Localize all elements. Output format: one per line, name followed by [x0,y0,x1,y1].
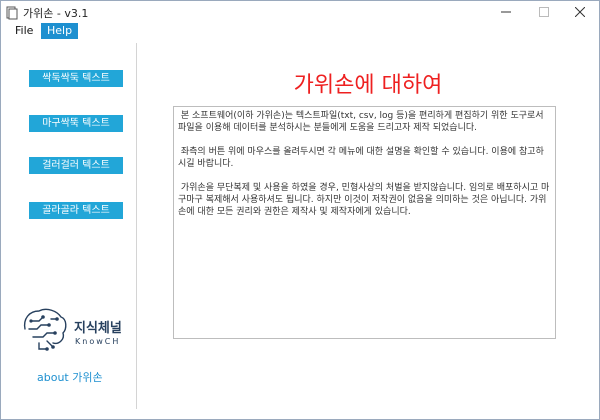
window-title: 가위손 - v3.1 [23,7,89,20]
logo-subtitle: KnowCH [75,337,121,346]
nav-button-random-cut-text[interactable]: 마구싹뚝 텍스트 [29,115,123,132]
logo-name: 지식체널 [74,321,122,336]
description-textbox[interactable]: 본 소프트웨어(이하 가위손)는 텍스트파일(txt, csv, log 등)을… [173,106,556,339]
close-button[interactable] [565,1,595,23]
minimize-button[interactable] [491,1,521,23]
paragraph-intro: 본 소프트웨어(이하 가위손)는 텍스트파일(txt, csv, log 등)을… [178,111,547,133]
brain-circuit-icon [23,308,67,351]
maximize-button[interactable] [529,1,559,23]
menu-bar: File Help [1,23,599,39]
close-icon [575,7,585,17]
about-link[interactable]: about 가위손 [37,369,103,385]
page-title: 가위손에 대하여 [293,73,443,98]
maximize-icon [539,7,549,17]
menu-help[interactable]: Help [41,23,79,39]
nav-button-select-text[interactable]: 골라골라 텍스트 [29,202,123,219]
title-bar[interactable]: 가위손 - v3.1 [1,1,599,23]
sidebar: 싹둑싹둑 텍스트 마구싹뚝 텍스트 걸러걸러 텍스트 골라골라 텍스트 지식체널… [1,39,137,420]
knowch-logo: 지식체널 KnowCH [17,303,127,355]
paragraph-usage: 좌측의 버튼 위에 마우스를 올려두시면 각 메뉴에 대한 설명을 확인할 수 … [178,147,544,169]
app-window: 가위손 - v3.1 File Help 싹둑싹둑 텍스트 마구싹뚝 텍스트 걸… [0,0,600,420]
menu-file[interactable]: File [9,23,39,39]
document-icon [5,5,19,20]
paragraph-license: 가위손을 무단복제 및 사용을 하였을 경우, 민형사상의 처벌을 받지않습니다… [178,183,550,217]
minimize-icon [501,11,511,13]
nav-button-filter-text[interactable]: 걸러걸러 텍스트 [29,157,123,174]
nav-button-cut-text[interactable]: 싹둑싹둑 텍스트 [29,70,123,87]
